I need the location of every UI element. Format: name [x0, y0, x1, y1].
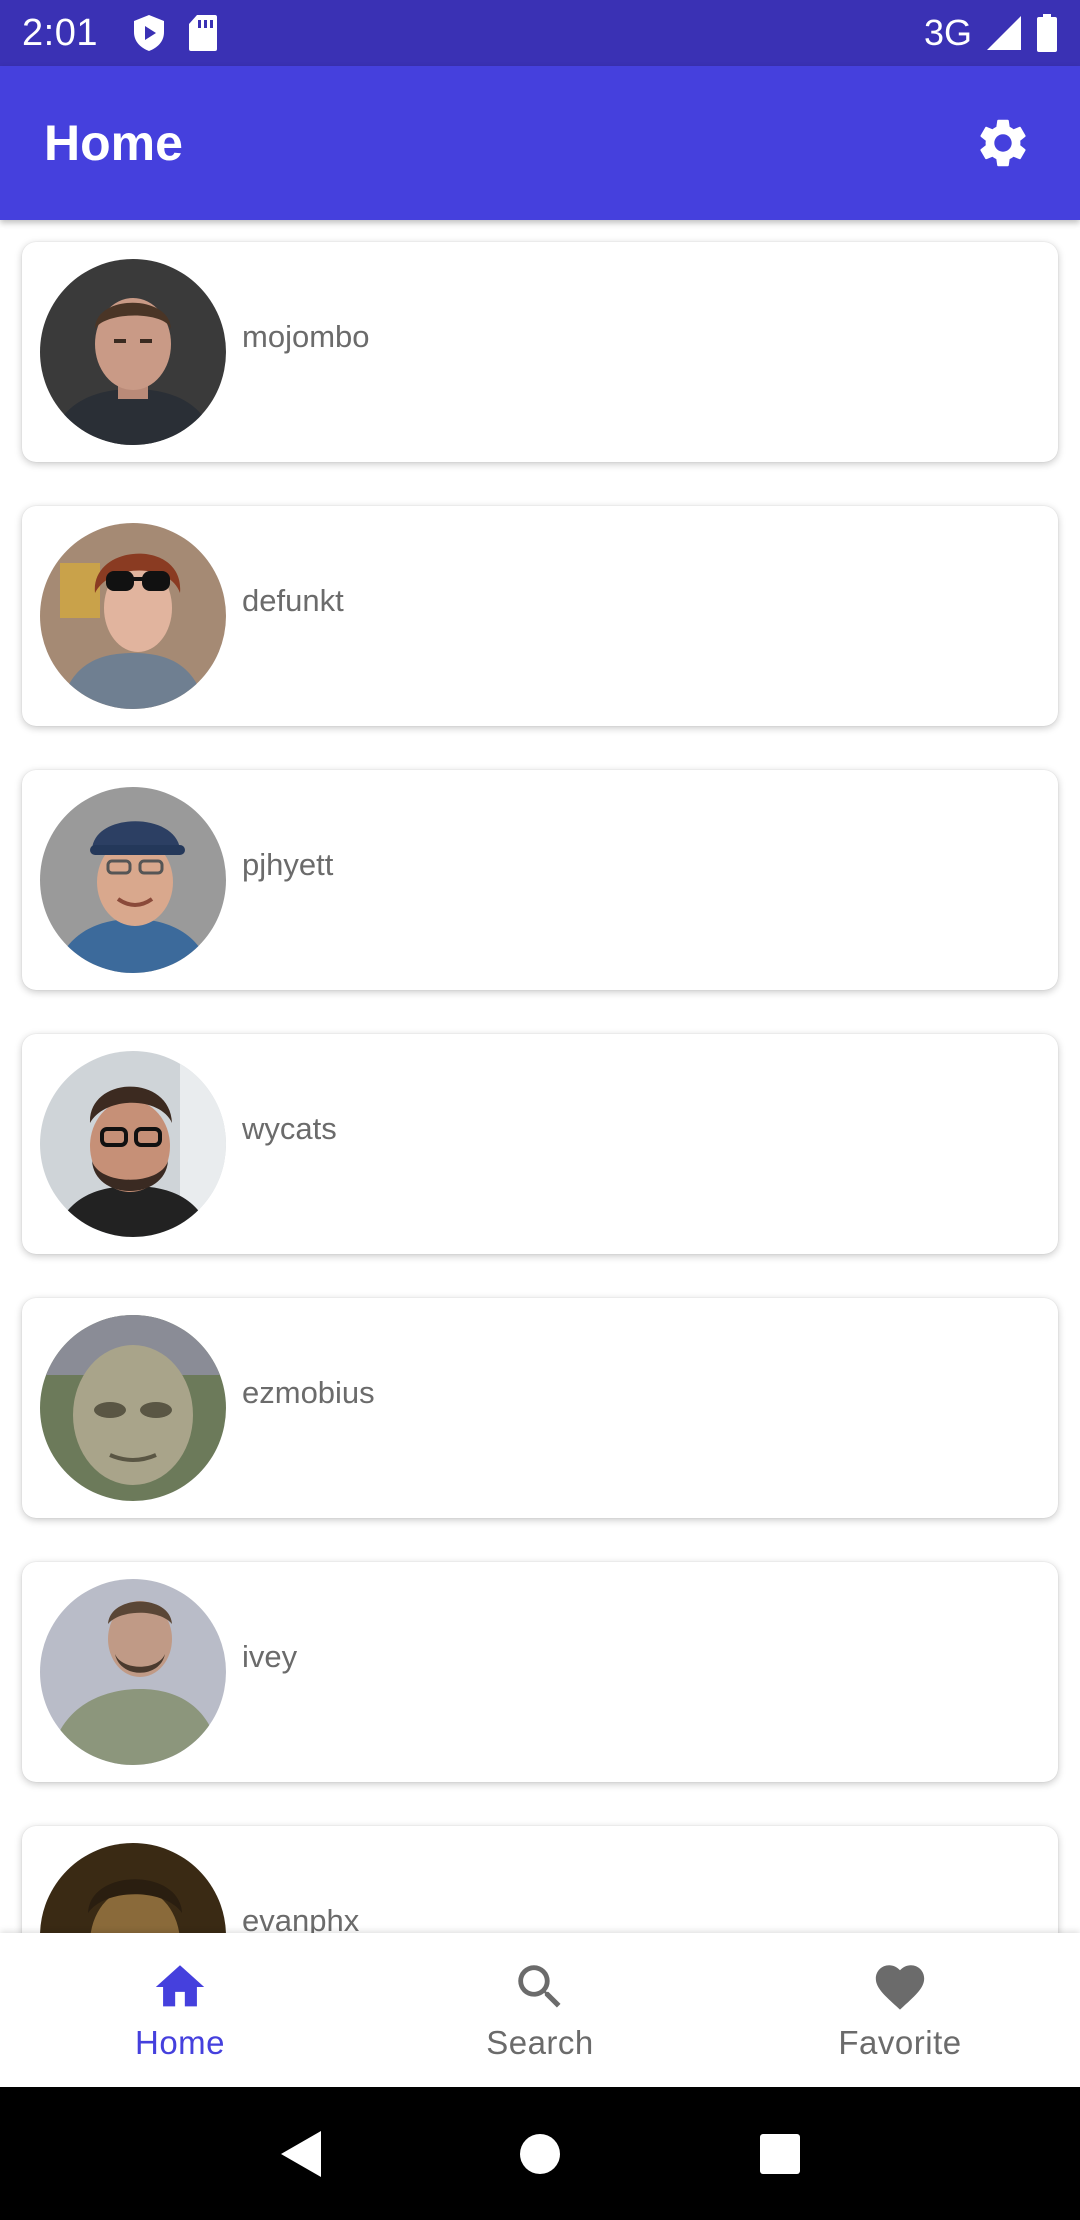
user-card[interactable]: pjhyett — [22, 770, 1058, 990]
avatar — [40, 787, 226, 973]
recents-square-icon — [760, 2133, 800, 2174]
avatar — [40, 259, 226, 445]
status-system-icons: 3G — [924, 12, 1058, 54]
user-card[interactable]: wycats — [22, 1034, 1058, 1254]
back-triangle-icon — [281, 2130, 321, 2177]
back-button[interactable] — [270, 2124, 330, 2184]
username: ivey — [242, 1639, 298, 1674]
heart-icon — [875, 1965, 925, 2010]
nav-favorite-label: Favorite — [838, 2024, 962, 2061]
bottom-navigation: Home Search Favorite — [0, 1933, 1080, 2087]
home-system-button[interactable] — [510, 2124, 570, 2184]
nav-favorite[interactable]: Favorite — [720, 1933, 1080, 2087]
recents-button[interactable] — [750, 2124, 810, 2184]
user-list[interactable]: mojombo defunkt pjhyett wycats ezmobius … — [0, 220, 1080, 1933]
gear-icon — [980, 119, 1026, 167]
system-navigation-bar — [0, 2087, 1080, 2220]
username: ezmobius — [242, 1375, 375, 1410]
user-card[interactable]: ezmobius — [22, 1298, 1058, 1518]
username: mojombo — [242, 319, 370, 354]
settings-button[interactable] — [970, 110, 1036, 176]
network-type: 3G — [923, 12, 972, 53]
nav-search-label: Search — [486, 2024, 594, 2061]
battery-icon — [1036, 14, 1058, 52]
nav-home-label: Home — [134, 2024, 226, 2061]
app-bar: Home — [0, 66, 1080, 220]
user-card[interactable]: ivey — [22, 1562, 1058, 1782]
avatar — [40, 1579, 226, 1765]
username: pjhyett — [242, 847, 334, 882]
nav-search[interactable]: Search — [360, 1933, 720, 2087]
avatar — [40, 1051, 226, 1237]
username: wycats — [242, 1111, 337, 1146]
shield-icon — [132, 14, 166, 52]
signal-icon — [986, 15, 1022, 51]
user-card[interactable]: mojombo — [22, 242, 1058, 462]
user-card[interactable]: evanphx — [22, 1826, 1058, 1933]
username: defunkt — [242, 583, 344, 618]
screen: 2:01 3G Home mojombo defunkt pjhyett wyc… — [0, 0, 1080, 2220]
username: evanphx — [242, 1903, 360, 1933]
avatar — [40, 1843, 226, 1933]
search-icon — [518, 1965, 561, 2008]
user-card[interactable]: defunkt — [22, 506, 1058, 726]
avatar — [40, 523, 226, 709]
status-notification-icons — [132, 14, 218, 52]
avatar — [40, 1315, 226, 1501]
home-icon — [155, 1965, 205, 2007]
nav-home[interactable]: Home — [0, 1933, 360, 2087]
sd-card-icon — [188, 14, 218, 52]
status-time: 2:01 — [22, 11, 98, 54]
page-title: Home — [44, 115, 183, 171]
home-circle-icon — [520, 2133, 560, 2174]
status-bar: 2:01 3G — [0, 0, 1080, 66]
